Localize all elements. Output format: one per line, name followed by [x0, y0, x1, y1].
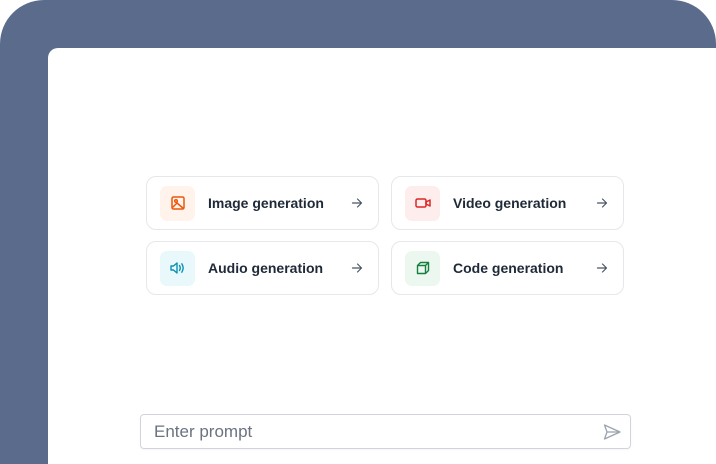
arrow-right-icon: [596, 198, 608, 208]
code-generation-card[interactable]: Code generation: [391, 241, 624, 295]
send-icon[interactable]: [602, 422, 622, 442]
image-icon: [170, 196, 185, 210]
card-label: Image generation: [208, 195, 324, 211]
image-icon-box: [160, 185, 195, 221]
audio-generation-card[interactable]: Audio generation: [146, 241, 379, 295]
audio-icon-box: [160, 250, 195, 286]
card-label: Video generation: [453, 195, 567, 211]
main-panel: Image generation Video generation Audio …: [48, 48, 716, 464]
prompt-bar: [140, 414, 631, 449]
code-icon: [416, 261, 429, 275]
video-generation-card[interactable]: Video generation: [391, 176, 624, 230]
image-generation-card[interactable]: Image generation: [146, 176, 379, 230]
app-frame: Image generation Video generation Audio …: [0, 0, 716, 464]
video-icon: [414, 198, 431, 208]
prompt-input[interactable]: [154, 421, 602, 442]
video-icon-box: [405, 185, 440, 221]
arrow-right-icon: [351, 198, 363, 208]
code-icon-box: [405, 250, 440, 286]
audio-icon: [169, 262, 184, 274]
arrow-right-icon: [596, 263, 608, 273]
arrow-right-icon: [351, 263, 363, 273]
card-label: Audio generation: [208, 260, 324, 276]
card-label: Code generation: [453, 260, 564, 276]
